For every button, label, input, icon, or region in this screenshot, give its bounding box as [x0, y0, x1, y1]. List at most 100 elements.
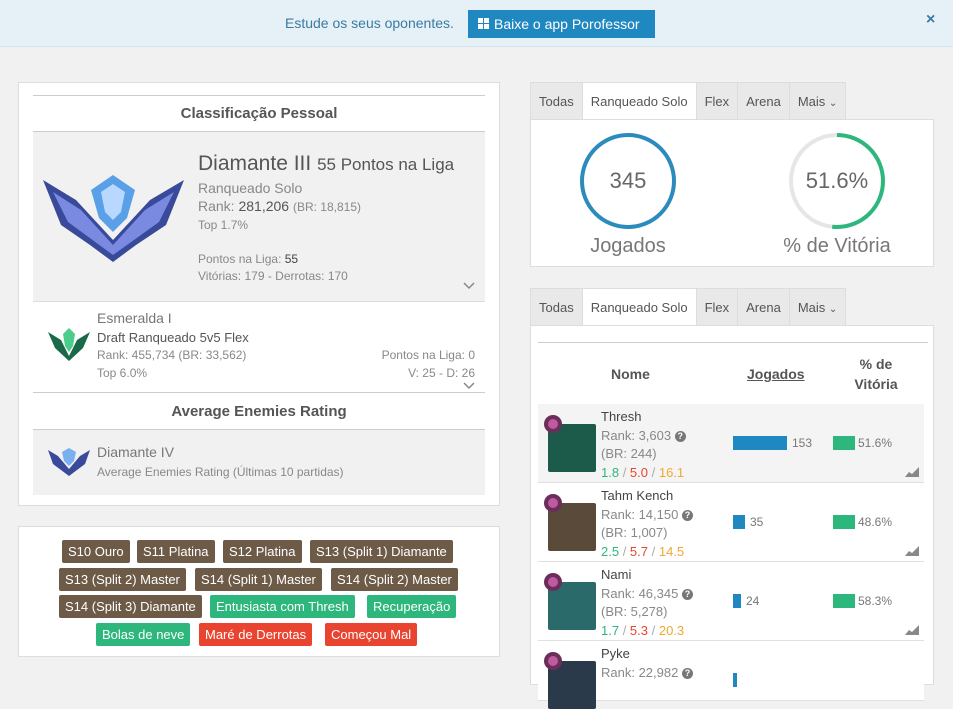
champion-rank: Rank: 14,150 ?: [601, 507, 693, 522]
table-row[interactable]: Nami Rank: 46,345 ? (BR: 5,278) 1.7 / 5.3 /…: [538, 562, 924, 641]
champion-name[interactable]: Pyke: [601, 646, 630, 661]
help-icon[interactable]: ?: [674, 431, 686, 442]
champion-name[interactable]: Tahm Kench: [601, 488, 673, 503]
games-played-count: 35: [750, 515, 764, 529]
tab-all[interactable]: Todas: [530, 288, 582, 326]
flex-tier: Esmeralda I: [97, 310, 172, 326]
tab-arena[interactable]: Arena: [737, 82, 789, 120]
tag[interactable]: S11 Platina: [137, 540, 215, 563]
help-icon[interactable]: ?: [681, 510, 693, 521]
solo-tier: Diamante III 55 Pontos na Liga: [198, 152, 454, 176]
solo-tier-name: Diamante III: [198, 152, 312, 175]
games-played-bar: [733, 594, 741, 608]
champion-br: (BR: 5,278): [601, 604, 668, 619]
tag[interactable]: Bolas de neve: [96, 623, 191, 646]
solo-lp-label: Pontos na Liga:: [198, 252, 282, 266]
tab-all[interactable]: Todas: [530, 82, 582, 120]
solo-queue: Ranqueado Solo: [198, 180, 303, 196]
solo-rank-label: Rank:: [198, 198, 235, 214]
col-winrate-header[interactable]: % de Vitória: [831, 354, 921, 394]
winrate-bar: [833, 594, 855, 608]
solo-lp: Pontos na Liga: 55: [198, 252, 298, 266]
champion-name[interactable]: Thresh: [601, 409, 641, 424]
close-banner-icon[interactable]: ×: [926, 11, 935, 29]
tab-flex[interactable]: Flex: [695, 82, 738, 120]
tag[interactable]: S14 (Split 3) Diamante: [59, 595, 202, 618]
played-value: 345: [609, 168, 647, 193]
col-name-header[interactable]: Nome: [611, 366, 650, 382]
tag[interactable]: S13 (Split 2) Master: [59, 568, 186, 591]
diamond-emblem-icon: [48, 448, 90, 476]
tag[interactable]: Recuperação: [367, 595, 457, 618]
tag[interactable]: Entusiasta com Thresh: [210, 595, 355, 618]
stats-panel: 345 Jogados 51.6% % de Vitória: [530, 119, 934, 267]
assists: 14.5: [658, 544, 685, 559]
promo-banner: Estude os seus oponentes. Baixe o app Po…: [0, 0, 953, 47]
help-icon[interactable]: ?: [681, 589, 693, 600]
tab-more[interactable]: Mais ⌄: [788, 288, 847, 326]
champion-rank: Rank: 3,603 ?: [601, 428, 686, 443]
deaths: 5.7: [629, 544, 648, 559]
champion-rank: Rank: 22,982 ?: [601, 665, 693, 680]
chevron-down-icon[interactable]: [463, 382, 475, 390]
tag[interactable]: Começou Mal: [325, 623, 418, 646]
tag[interactable]: S12 Platina: [223, 540, 302, 563]
tab-flex[interactable]: Flex: [695, 288, 738, 326]
trend-chart-icon[interactable]: [905, 467, 919, 477]
kills: 2.5: [601, 544, 620, 559]
col-winrate-header-1: % de: [859, 356, 893, 372]
enemies-desc: Average Enemies Rating (Últimas 10 parti…: [97, 465, 344, 479]
tab-more[interactable]: Mais ⌄: [788, 82, 847, 120]
games-played-bar: [733, 436, 787, 450]
diamond-emblem-icon: [43, 175, 184, 262]
flex-lp: Pontos na Liga: 0: [381, 348, 475, 362]
games-played-count: 153: [792, 436, 813, 450]
download-app-button[interactable]: Baixe o app Porofessor: [468, 10, 655, 38]
kills: 1.7: [601, 623, 620, 638]
tab-more-label: Mais: [797, 94, 826, 109]
champion-rank-text: Rank: 46,345: [601, 586, 679, 601]
kills: 1.8: [601, 465, 620, 480]
solo-lp-header: 55 Pontos na Liga: [317, 155, 455, 174]
table-row[interactable]: Tahm Kench Rank: 14,150 ? (BR: 1,007) 2.5 /…: [538, 483, 924, 562]
winrate-value: 51.6%: [805, 168, 869, 193]
download-app-label: Baixe o app Porofessor: [494, 16, 640, 32]
solo-rank-br: (BR: 18,815): [292, 200, 362, 214]
flex-rank: Rank: 455,734 (BR: 33,562): [97, 348, 247, 362]
winrate-value: 51.6%: [858, 436, 893, 450]
tag[interactable]: Maré de Derrotas: [199, 623, 313, 646]
assists: 16.1: [658, 465, 685, 480]
table-row[interactable]: Pyke Rank: 22,982 ?: [538, 641, 924, 709]
champion-kda: 1.7 / 5.3 / 20.3: [601, 623, 685, 638]
tab-ranked-solo[interactable]: Ranqueado Solo: [581, 288, 696, 326]
tag[interactable]: S10 Ouro: [62, 540, 130, 563]
games-played-bar: [733, 673, 737, 687]
tag[interactable]: S14 (Split 2) Master: [331, 568, 458, 591]
champion-rank: Rank: 46,345 ?: [601, 586, 693, 601]
trend-chart-icon[interactable]: [905, 546, 919, 556]
tag[interactable]: S14 (Split 1) Master: [195, 568, 322, 591]
help-icon[interactable]: ?: [681, 668, 693, 679]
tab-ranked-solo[interactable]: Ranqueado Solo: [581, 82, 696, 120]
rank-badge-icon: [544, 494, 562, 512]
windows-icon: [478, 18, 490, 30]
champion-rank-text: Rank: 22,982: [601, 665, 679, 680]
table-row[interactable]: Thresh Rank: 3,603 ? (BR: 244) 1.8 / 5.0 / …: [538, 404, 924, 483]
winrate-value: 58.3%: [858, 594, 893, 608]
flex-rank-card: Esmeralda I Draft Ranqueado 5v5 Flex Ran…: [33, 301, 485, 393]
col-winrate-header-2: Vitória: [854, 376, 898, 392]
tab-arena[interactable]: Arena: [737, 288, 789, 326]
col-played-header[interactable]: Jogados: [747, 366, 805, 382]
solo-rank-card: Diamante III 55 Pontos na Liga Ranqueado…: [33, 131, 485, 301]
trend-chart-icon[interactable]: [905, 625, 919, 635]
champion-rank-text: Rank: 3,603: [601, 428, 672, 443]
deaths: 5.3: [629, 623, 648, 638]
personal-ranking-panel: Classificação Pessoal Diamante III 55 Po…: [18, 82, 500, 506]
tag[interactable]: S13 (Split 1) Diamante: [310, 540, 453, 563]
queue-tabs-champions: Todas Ranqueado Solo Flex Arena Mais ⌄: [530, 288, 847, 326]
tags-panel: S10 Ouro S11 Platina S12 Platina S13 (Sp…: [18, 526, 500, 657]
champion-name[interactable]: Nami: [601, 567, 631, 582]
personal-ranking-title: Classificação Pessoal: [180, 105, 338, 122]
winrate-value: 48.6%: [858, 515, 893, 529]
chevron-down-icon[interactable]: [463, 282, 475, 290]
